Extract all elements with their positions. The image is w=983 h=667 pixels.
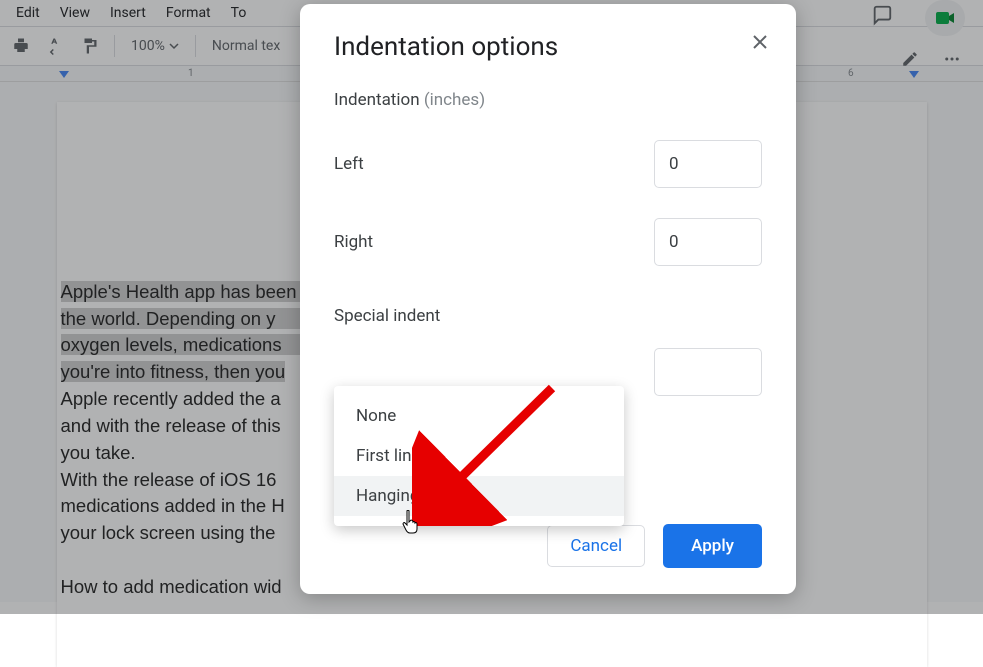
special-indent-label: Special indent (334, 306, 762, 326)
left-indent-label: Left (334, 154, 364, 174)
indentation-section-label: Indentation (inches) (334, 90, 762, 110)
apply-button[interactable]: Apply (663, 524, 762, 568)
option-first-line[interactable]: First line (334, 436, 624, 476)
left-indent-input[interactable] (654, 140, 762, 188)
option-hanging[interactable]: Hanging (334, 476, 624, 516)
close-icon[interactable] (746, 28, 774, 56)
special-indent-value-input[interactable] (654, 348, 762, 396)
right-indent-label: Right (334, 232, 373, 252)
cancel-button[interactable]: Cancel (547, 525, 645, 567)
dialog-actions: Cancel Apply (547, 524, 762, 568)
right-indent-input[interactable] (654, 218, 762, 266)
left-indent-row: Left (334, 140, 762, 188)
right-indent-row: Right (334, 218, 762, 266)
special-indent-dropdown: None First line Hanging (334, 386, 624, 526)
option-none[interactable]: None (334, 396, 624, 436)
dialog-title: Indentation options (334, 32, 762, 62)
